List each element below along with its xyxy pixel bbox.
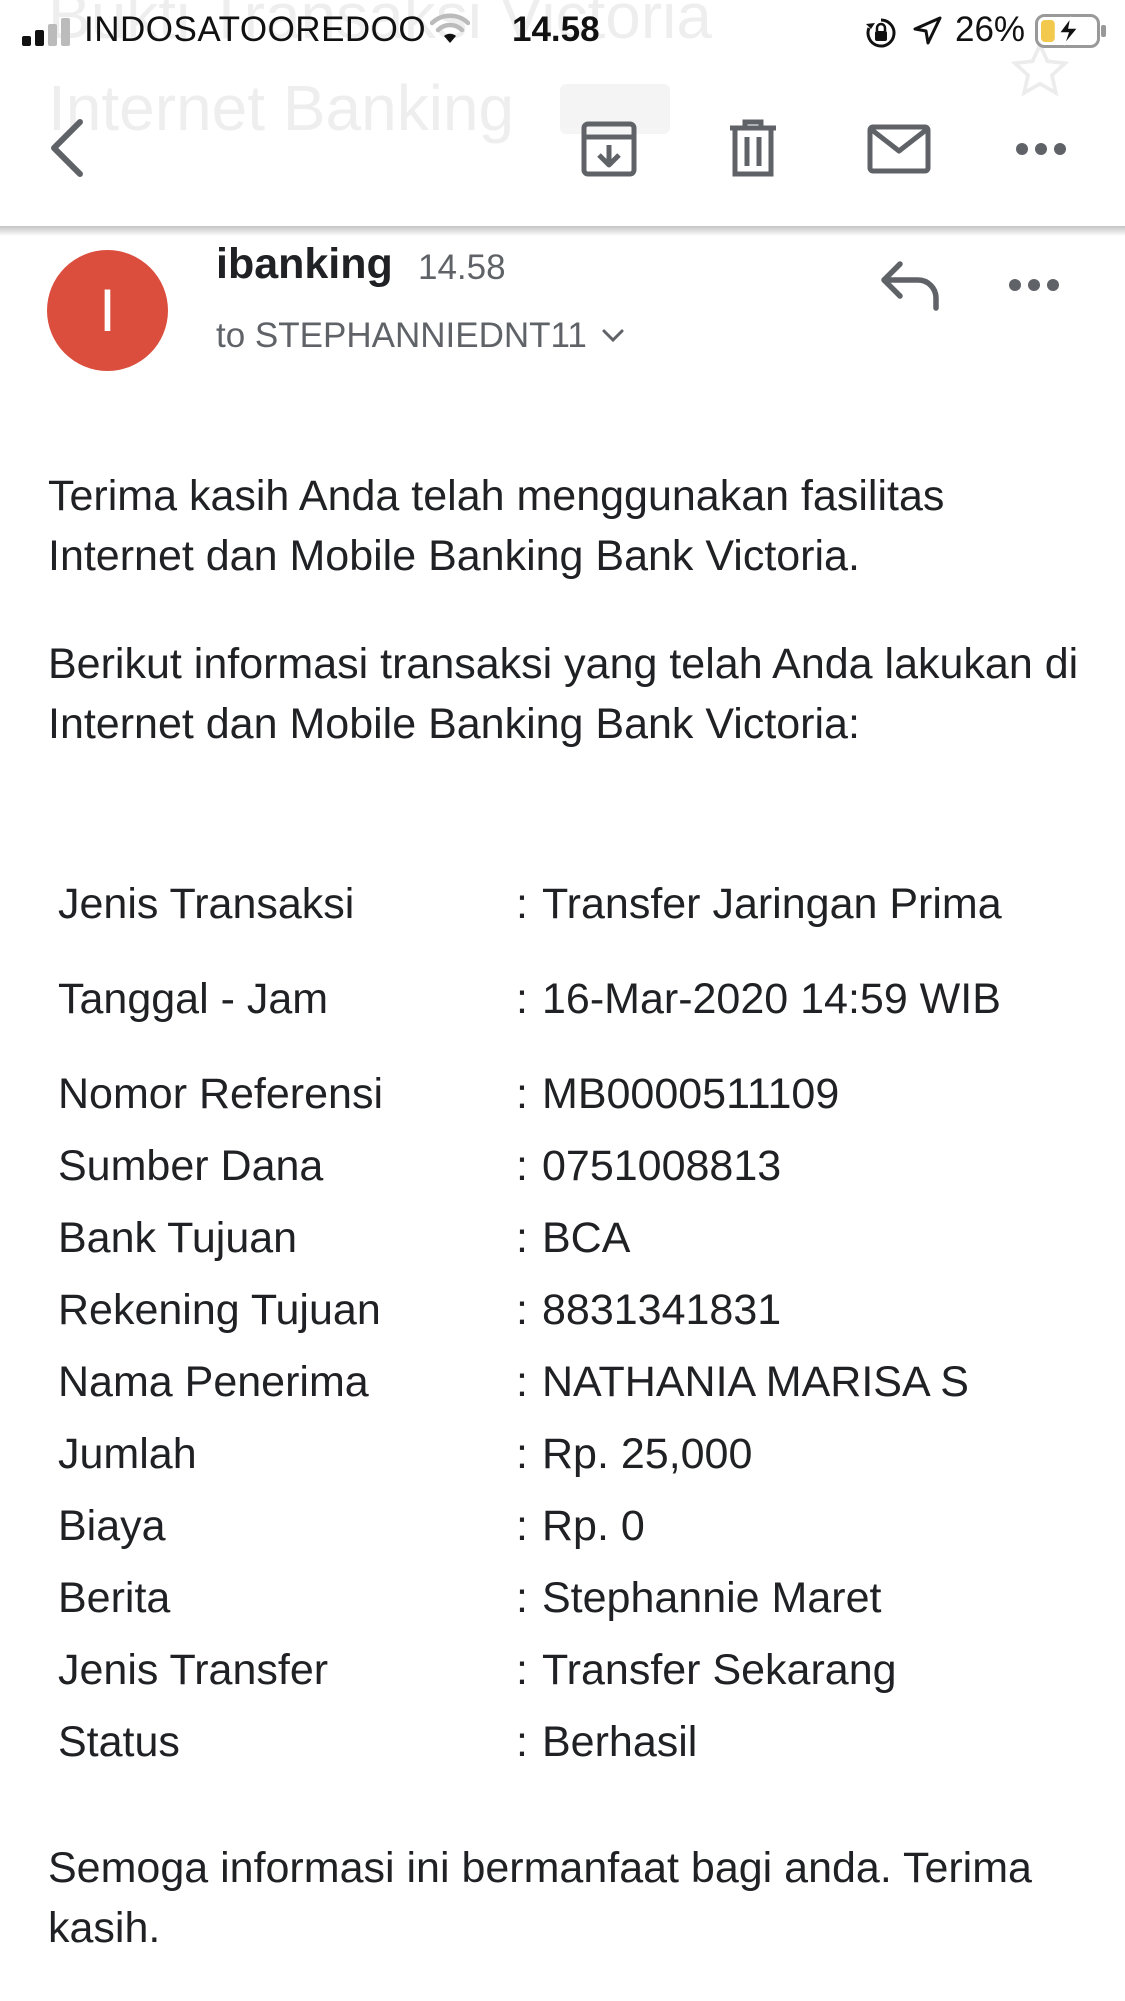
- separator-colon: :: [516, 1502, 528, 1550]
- wifi-icon: [430, 13, 470, 43]
- transaction-label: Jumlah: [58, 1430, 197, 1478]
- status-time: 14.58: [512, 10, 600, 49]
- separator-colon: :: [516, 1430, 528, 1478]
- transaction-label: Rekening Tujuan: [58, 1286, 381, 1334]
- transaction-value: MB0000511109: [542, 1070, 840, 1118]
- delete-button[interactable]: [716, 112, 790, 186]
- transaction-value: Transfer Jaringan Prima: [542, 880, 1002, 928]
- separator-colon: :: [516, 1286, 528, 1334]
- status-bar: INDOSATOOREDOO 14.58 26%: [0, 0, 1125, 62]
- transaction-row: Status: Berhasil: [58, 1706, 1098, 1778]
- transaction-row: Rekening Tujuan:8831341831: [58, 1274, 1098, 1346]
- transaction-row: Nama Penerima: NATHANIA MARISA S: [58, 1346, 1098, 1418]
- more-horizontal-icon: [1009, 279, 1059, 291]
- message-time: 14.58: [418, 248, 506, 287]
- transaction-value: 0751008813: [542, 1142, 782, 1190]
- transaction-row: Berita: Stephannie Maret: [58, 1562, 1098, 1634]
- separator-colon: :: [516, 1142, 528, 1190]
- back-button[interactable]: [38, 108, 98, 188]
- transaction-row: Biaya: Rp. 0: [58, 1490, 1098, 1562]
- transaction-value: Rp. 0: [542, 1502, 645, 1550]
- transaction-value: Berhasil: [542, 1718, 698, 1766]
- message-more-button[interactable]: [1008, 258, 1074, 312]
- reply-button[interactable]: [878, 258, 944, 312]
- transaction-label: Jenis Transaksi: [58, 880, 355, 928]
- separator-colon: :: [516, 1646, 528, 1694]
- transaction-value: NATHANIA MARISA S: [542, 1358, 969, 1406]
- back-arrow-icon: [51, 119, 83, 177]
- separator-colon: :: [516, 1718, 528, 1766]
- transaction-details-table: Jenis Transaksi: Transfer Jaringan Prima T…: [58, 868, 1098, 1778]
- separator-colon: :: [516, 1574, 528, 1622]
- trash-icon: [730, 119, 776, 177]
- mail-icon: [867, 124, 931, 174]
- transaction-label: Jenis Transfer: [58, 1646, 329, 1694]
- more-options-button[interactable]: [1004, 112, 1078, 186]
- transaction-label: Nomor Referensi: [58, 1070, 383, 1118]
- sender-avatar[interactable]: I: [47, 250, 168, 371]
- mark-unread-button[interactable]: [862, 112, 936, 186]
- separator-colon: :: [516, 1214, 528, 1262]
- location-icon: [913, 16, 942, 45]
- transaction-value: 8831341831: [542, 1286, 782, 1334]
- separator-colon: :: [516, 880, 528, 928]
- transaction-label: Tanggal - Jam: [58, 975, 329, 1023]
- intro-paragraph: Terima kasih Anda telah menggunakan fasi…: [48, 472, 945, 580]
- transaction-label: Nama Penerima: [58, 1358, 369, 1406]
- transaction-row: Bank Tujuan: BCA: [58, 1202, 1098, 1274]
- separator-colon: :: [516, 1358, 528, 1406]
- transaction-row: Nomor Referensi: MB0000511109: [58, 1058, 1098, 1130]
- transaction-label: Bank Tujuan: [58, 1214, 298, 1262]
- transaction-row: Jenis Transaksi: Transfer Jaringan Prima: [58, 868, 1098, 940]
- reply-icon: [881, 261, 939, 311]
- separator-colon: :: [516, 975, 528, 1023]
- separator-colon: :: [516, 1070, 528, 1118]
- closing-paragraph: Semoga informasi ini bermanfaat bagi and…: [48, 1844, 1032, 1952]
- transaction-value: Rp. 25,000: [542, 1430, 753, 1478]
- recipient-details-toggle[interactable]: to STEPHANNIEDNT11: [216, 316, 625, 356]
- email-toolbar: [0, 62, 1125, 230]
- transaction-row: Tanggal - Jam:16-Mar-2020 14:59 WIB: [58, 940, 1098, 1058]
- chevron-down-icon: [602, 329, 624, 343]
- transaction-row: Sumber Dana:0751008813: [58, 1130, 1098, 1202]
- transaction-row: Jumlah: Rp. 25,000: [58, 1418, 1098, 1490]
- transaction-value: 16-Mar-2020 14:59 WIB: [542, 975, 1001, 1023]
- transaction-label: Biaya: [58, 1502, 166, 1550]
- transaction-value: BCA: [542, 1214, 631, 1262]
- rotation-lock-icon: [866, 18, 896, 48]
- transaction-label: Berita: [58, 1574, 171, 1622]
- battery-charging-icon: [1035, 14, 1106, 48]
- archive-icon: [581, 121, 637, 177]
- transaction-value: Transfer Sekarang: [542, 1646, 897, 1694]
- lead-paragraph: Berikut informasi transaksi yang telah A…: [48, 640, 1079, 748]
- carrier-name: INDOSATOOREDOO: [84, 10, 427, 49]
- signal-icon: [22, 18, 70, 46]
- transaction-label: Sumber Dana: [58, 1142, 324, 1190]
- archive-button[interactable]: [572, 112, 646, 186]
- sender-name: ibanking: [216, 240, 393, 288]
- transaction-label: Status: [58, 1718, 180, 1766]
- recipient-label: to STEPHANNIEDNT11: [216, 316, 587, 355]
- transaction-row: Jenis Transfer: Transfer Sekarang: [58, 1634, 1098, 1706]
- toolbar-shadow: [0, 226, 1125, 236]
- transaction-value: Stephannie Maret: [542, 1574, 882, 1622]
- more-horizontal-icon: [1016, 143, 1066, 155]
- battery-percentage: 26%: [955, 10, 1026, 49]
